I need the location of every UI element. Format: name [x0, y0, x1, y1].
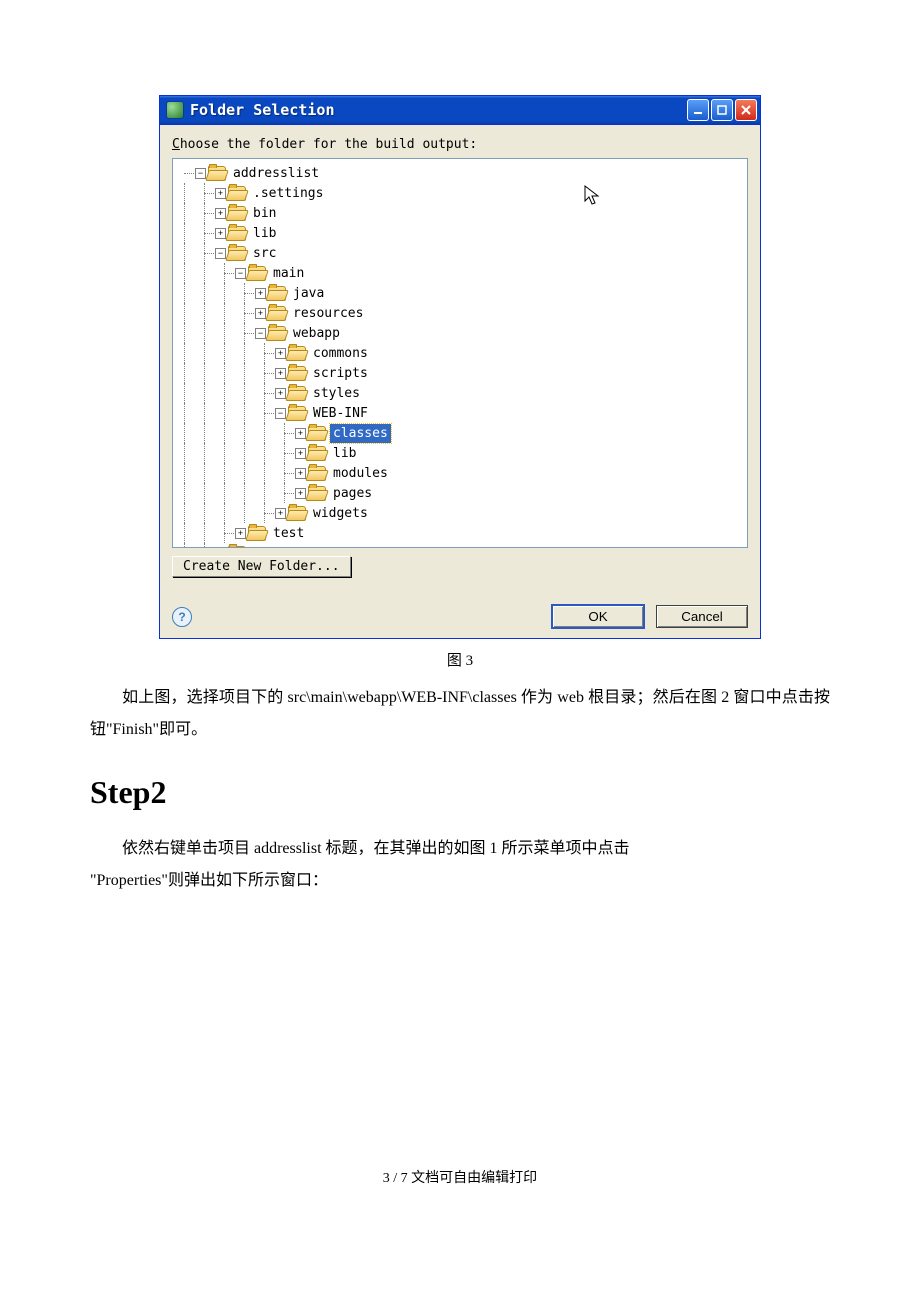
folder-open-icon	[228, 246, 246, 261]
plus-icon[interactable]: +	[235, 528, 246, 539]
plus-icon[interactable]: +	[215, 188, 226, 199]
maximize-button[interactable]	[711, 99, 733, 121]
titlebar[interactable]: Folder Selection	[160, 96, 760, 125]
close-icon	[740, 104, 752, 116]
folder-open-icon	[288, 506, 306, 521]
tree-node[interactable]: + .settings	[175, 183, 745, 203]
folder-open-icon	[268, 326, 286, 341]
folder-open-icon	[288, 346, 306, 361]
tree-node[interactable]: + widgets	[175, 503, 745, 523]
tree-node[interactable]: − src	[175, 243, 745, 263]
create-new-folder-button[interactable]: Create New Folder...	[172, 556, 351, 577]
minus-icon[interactable]: −	[215, 248, 226, 259]
plus-icon[interactable]: +	[275, 508, 286, 519]
folder-tree[interactable]: − addresslist + .settings + bin	[172, 158, 748, 548]
minus-icon[interactable]: −	[195, 168, 206, 179]
tree-node[interactable]: + pages	[175, 483, 745, 503]
plus-icon[interactable]: +	[295, 448, 306, 459]
close-button[interactable]	[735, 99, 757, 121]
plus-icon[interactable]: +	[255, 288, 266, 299]
page-footer: 3 / 7 文档可自由编辑打印	[0, 1167, 920, 1187]
app-icon	[166, 101, 184, 119]
plus-icon[interactable]: +	[275, 368, 286, 379]
tree-node[interactable]: − WEB-INF	[175, 403, 745, 423]
folder-open-icon	[248, 526, 266, 541]
tree-node[interactable]: − main	[175, 263, 745, 283]
minus-icon[interactable]: −	[275, 408, 286, 419]
tree-node-selected[interactable]: + classes	[175, 423, 745, 443]
figure-caption: 图 3	[0, 649, 920, 670]
cancel-button[interactable]: Cancel	[656, 605, 748, 628]
step2-heading: Step2	[90, 774, 830, 811]
folder-open-icon	[208, 166, 226, 181]
cursor-icon	[583, 185, 601, 207]
tree-node[interactable]: + commons	[175, 343, 745, 363]
tree-node[interactable]: + scripts	[175, 363, 745, 383]
paragraph-1: 如上图，选择项目下的 src\main\webapp\WEB-INF\class…	[90, 682, 830, 746]
tree-node[interactable]: + target	[175, 543, 745, 548]
folder-open-icon	[308, 466, 326, 481]
prompt-label: Choose the folder for the build output:	[172, 137, 748, 152]
tree-node[interactable]: + resources	[175, 303, 745, 323]
folder-open-icon	[228, 186, 246, 201]
tree-node[interactable]: + java	[175, 283, 745, 303]
folder-selection-dialog: Folder Selection Choose the folder for t…	[159, 95, 761, 639]
minus-icon[interactable]: −	[255, 328, 266, 339]
plus-icon[interactable]: +	[295, 488, 306, 499]
folder-open-icon	[288, 406, 306, 421]
tree-node[interactable]: + modules	[175, 463, 745, 483]
folder-open-icon	[288, 366, 306, 381]
tree-node[interactable]: + lib	[175, 443, 745, 463]
plus-icon[interactable]: +	[215, 228, 226, 239]
plus-icon[interactable]: +	[255, 308, 266, 319]
dialog-title: Folder Selection	[190, 101, 687, 119]
tree-node[interactable]: + lib	[175, 223, 745, 243]
tree-node-root[interactable]: − addresslist	[175, 163, 745, 183]
tree-node[interactable]: + bin	[175, 203, 745, 223]
folder-open-icon	[288, 386, 306, 401]
paragraph-2: 依然右键单击项目 addresslist 标题，在其弹出的如图 1 所示菜单项中…	[90, 833, 830, 897]
tree-node[interactable]: − webapp	[175, 323, 745, 343]
minimize-icon	[692, 104, 704, 116]
folder-open-icon	[308, 486, 326, 501]
minimize-button[interactable]	[687, 99, 709, 121]
folder-open-icon	[228, 206, 246, 221]
maximize-icon	[716, 104, 728, 116]
folder-open-icon	[308, 426, 326, 441]
plus-icon[interactable]: +	[275, 348, 286, 359]
plus-icon[interactable]: +	[275, 388, 286, 399]
folder-open-icon	[228, 546, 246, 549]
ok-button[interactable]: OK	[552, 605, 644, 628]
plus-icon[interactable]: +	[295, 428, 306, 439]
folder-open-icon	[308, 446, 326, 461]
folder-open-icon	[248, 266, 266, 281]
folder-open-icon	[268, 306, 286, 321]
tree-node[interactable]: + test	[175, 523, 745, 543]
help-icon[interactable]: ?	[172, 607, 192, 627]
folder-open-icon	[228, 226, 246, 241]
minus-icon[interactable]: −	[235, 268, 246, 279]
plus-icon[interactable]: +	[215, 548, 226, 549]
tree-node[interactable]: + styles	[175, 383, 745, 403]
plus-icon[interactable]: +	[295, 468, 306, 479]
plus-icon[interactable]: +	[215, 208, 226, 219]
folder-open-icon	[268, 286, 286, 301]
